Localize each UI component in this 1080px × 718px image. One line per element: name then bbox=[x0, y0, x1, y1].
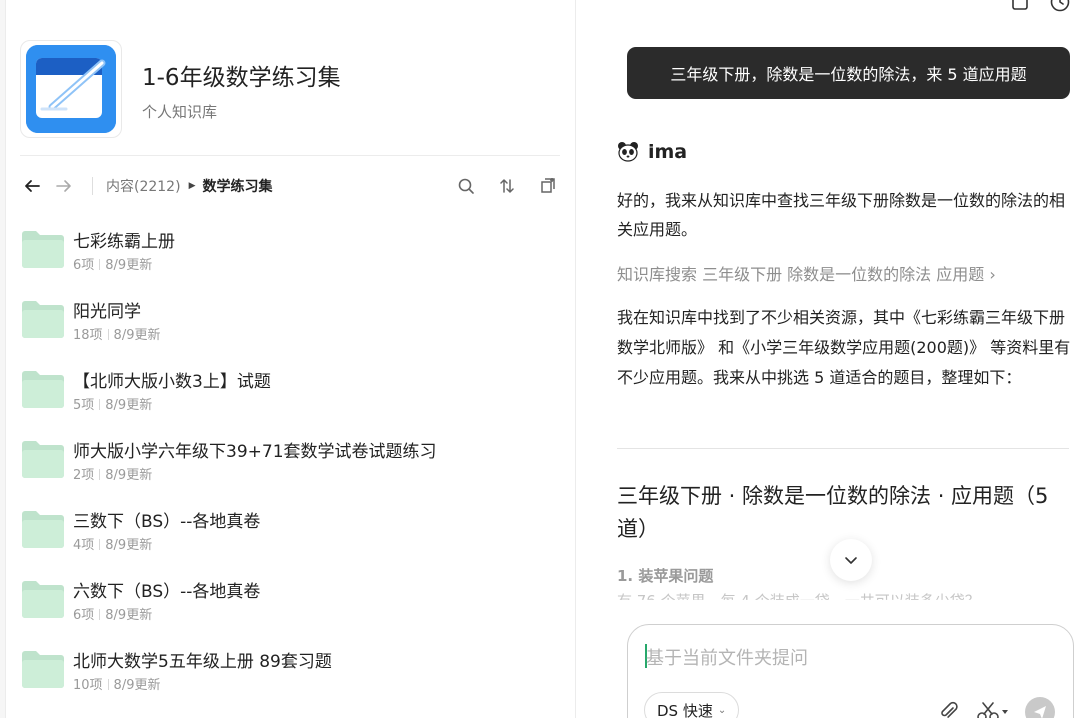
model-selector[interactable]: DS 快速 ⌄ bbox=[644, 692, 740, 718]
folder-updated: 8/9更新 bbox=[105, 468, 153, 483]
folder-meta: 6项 8/9更新 bbox=[73, 604, 152, 623]
notebook-icon bbox=[26, 45, 116, 133]
list-item[interactable]: 师大版小学六年级下39+71套数学试卷试题练习 2项 8/9更新 bbox=[20, 426, 560, 496]
list-item[interactable]: 【北师大版小数3上】试题 5项 8/9更新 bbox=[20, 356, 560, 426]
folder-meta: 5项 8/9更新 bbox=[73, 394, 152, 413]
folder-count: 5项 bbox=[73, 398, 95, 413]
chevron-down-icon: ⌄ bbox=[717, 704, 727, 716]
folder-name: 【北师大版小数3上】试题 bbox=[73, 372, 271, 392]
folder-meta: 10项 8/9更新 bbox=[73, 674, 160, 693]
list-item[interactable]: 六数下（BS）--各地真卷 6项 8/9更新 bbox=[20, 566, 560, 636]
toolbar-separator bbox=[92, 177, 93, 195]
folder-updated: 8/9更新 bbox=[105, 538, 153, 553]
user-message-bubble: 三年级下册，除数是一位数的除法，来 5 道应用题 bbox=[627, 47, 1070, 99]
folder-icon bbox=[22, 651, 64, 688]
folder-meta: 4项 8/9更新 bbox=[73, 534, 152, 553]
folder-icon bbox=[22, 511, 64, 548]
folder-meta: 2项 8/9更新 bbox=[73, 464, 152, 483]
answer-section-title: 三年级下册 · 除数是一位数的除法 · 应用题（5道） bbox=[617, 484, 1049, 541]
back-arrow-icon[interactable] bbox=[20, 174, 44, 198]
left-edge-strip bbox=[0, 0, 6, 718]
answer-item-partial-text: 有 76 个苹果，每 4 个装成一袋，一共可以装多少袋？ bbox=[617, 592, 980, 610]
message-divider bbox=[617, 448, 1069, 449]
folder-count: 4项 bbox=[73, 538, 95, 553]
folder-count: 6项 bbox=[73, 608, 95, 623]
folder-name: 三数下（BS）--各地真卷 bbox=[73, 512, 261, 532]
folder-name: 阳光同学 bbox=[73, 302, 141, 322]
folder-icon bbox=[22, 581, 64, 618]
folder-icon bbox=[22, 231, 64, 268]
assistant-name: ima bbox=[648, 141, 688, 163]
folder-toolbar: 内容(2212) ▶ 数学练习集 bbox=[20, 170, 560, 202]
new-folder-icon[interactable] bbox=[536, 174, 560, 198]
panda-avatar-icon bbox=[618, 142, 638, 162]
folder-icon bbox=[22, 441, 64, 478]
folder-meta: 6项 8/9更新 bbox=[73, 254, 152, 273]
folder-updated: 8/9更新 bbox=[113, 678, 161, 693]
note-icon[interactable] bbox=[1008, 0, 1032, 14]
folder-name: 六数下（BS）--各地真卷 bbox=[73, 582, 261, 602]
folder-count: 10项 bbox=[73, 678, 103, 693]
assistant-intro-text: 好的，我来从知识库中查找三年级下册除数是一位数的除法的相关应用题。 bbox=[617, 191, 1066, 239]
knowledge-base-panel: 1-6年级数学练习集 个人知识库 内容(2212) ▶ 数学练习集 七彩练霸上册… bbox=[0, 0, 576, 718]
toolbar-actions bbox=[454, 174, 560, 198]
assistant-header: ima bbox=[617, 141, 687, 163]
folder-icon bbox=[22, 371, 64, 408]
folder-count: 18项 bbox=[73, 328, 103, 343]
folder-updated: 8/9更新 bbox=[113, 328, 161, 343]
breadcrumb-caret-icon: ▶ bbox=[188, 181, 196, 191]
assistant-body-text: 我在知识库中找到了不少相关资源，其中《七彩练霸三年级下册数学北师版》 和《小学三… bbox=[617, 308, 1071, 387]
chat-composer: DS 快速 ⌄ bbox=[627, 624, 1074, 718]
question-input[interactable] bbox=[646, 643, 1046, 673]
folder-updated: 8/9更新 bbox=[105, 258, 153, 273]
folder-updated: 8/9更新 bbox=[105, 608, 153, 623]
knowledge-search-step[interactable]: 知识库搜索 三年级下册 除数是一位数的除法 应用题 › bbox=[617, 260, 996, 289]
list-item[interactable]: 七彩练霸上册 6项 8/9更新 bbox=[20, 216, 560, 286]
folder-list: 七彩练霸上册 6项 8/9更新 阳光同学 18项 8/9更新 【北师大版小数3上】试… bbox=[20, 216, 560, 706]
folder-icon bbox=[22, 301, 64, 338]
list-item[interactable]: 三数下（BS）--各地真卷 4项 8/9更新 bbox=[20, 496, 560, 566]
attachment-icon[interactable] bbox=[937, 700, 961, 718]
top-actions bbox=[1008, 0, 1072, 14]
folder-updated: 8/9更新 bbox=[105, 398, 153, 413]
answer-item-title: 1. 装苹果问题 bbox=[617, 567, 714, 585]
list-item[interactable]: 北师大数学5五年级上册 89套习题 10项 8/9更新 bbox=[20, 636, 560, 706]
knowledge-base-title: 1-6年级数学练习集 bbox=[142, 65, 341, 91]
folder-count: 2项 bbox=[73, 468, 95, 483]
breadcrumb-root[interactable]: 内容(2212) bbox=[106, 176, 181, 196]
forward-arrow-icon[interactable] bbox=[52, 174, 76, 198]
knowledge-base-logo bbox=[20, 40, 122, 138]
history-clock-icon[interactable] bbox=[1048, 0, 1072, 14]
scroll-to-bottom-button[interactable] bbox=[830, 539, 872, 581]
model-label: DS 快速 bbox=[657, 701, 713, 718]
search-icon[interactable] bbox=[454, 174, 478, 198]
chevron-down-icon bbox=[845, 557, 857, 564]
folder-count: 6项 bbox=[73, 258, 95, 273]
chat-panel: 三年级下册，除数是一位数的除法，来 5 道应用题 ima 好的，我来从知识库中查… bbox=[577, 0, 1080, 718]
folder-name: 七彩练霸上册 bbox=[73, 232, 175, 252]
breadcrumb-current: 数学练习集 bbox=[202, 179, 273, 195]
folder-meta: 18项 8/9更新 bbox=[73, 324, 160, 343]
knowledge-base-subtitle: 个人知识库 bbox=[142, 103, 218, 121]
folder-name: 北师大数学5五年级上册 89套习题 bbox=[73, 652, 332, 672]
composer-tools bbox=[937, 697, 1055, 718]
knowledge-base-header: 1-6年级数学练习集 个人知识库 bbox=[20, 40, 341, 138]
send-icon bbox=[1034, 706, 1046, 718]
send-button[interactable] bbox=[1025, 697, 1055, 718]
scissors-tool-icon[interactable] bbox=[975, 700, 1011, 718]
list-item[interactable]: 阳光同学 18项 8/9更新 bbox=[20, 286, 560, 356]
header-divider bbox=[20, 155, 560, 156]
sort-icon[interactable] bbox=[495, 174, 519, 198]
folder-name: 师大版小学六年级下39+71套数学试卷试题练习 bbox=[73, 442, 437, 462]
